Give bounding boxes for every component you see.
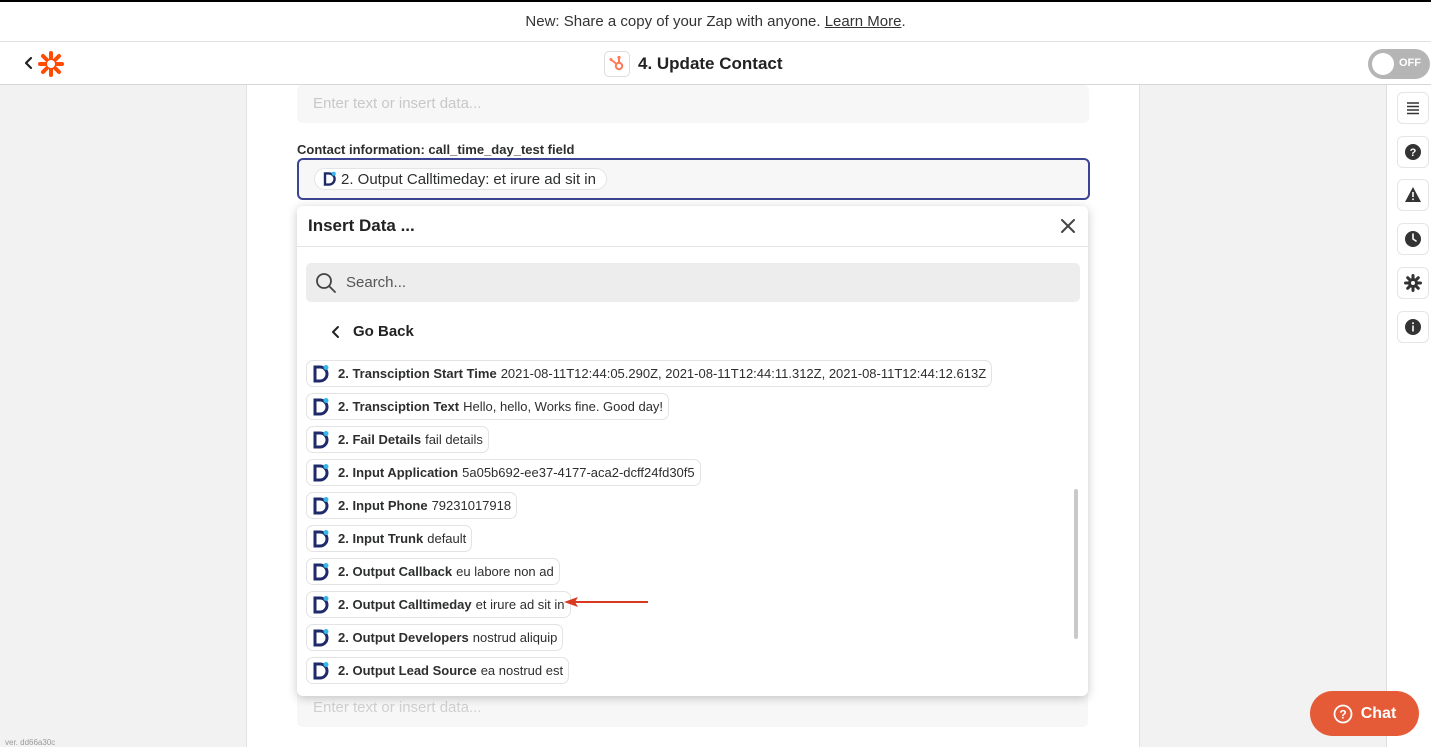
data-field-item[interactable]: 2. Output Developers nostrud aliquip [306, 624, 564, 651]
svg-text:?: ? [1410, 147, 1417, 159]
zap-on-off-toggle[interactable]: OFF [1368, 49, 1430, 79]
chat-label: Chat [1360, 704, 1397, 722]
data-source-icon [313, 661, 329, 679]
help-icon: ? [1405, 144, 1421, 160]
list-icon [1407, 102, 1419, 115]
step-title: 4. Update Contact [638, 54, 783, 73]
data-field-item[interactable]: 2. Output Lead Source ea nostrud est [306, 657, 570, 684]
svg-text:?: ? [1339, 707, 1346, 721]
warning-icon [1405, 187, 1421, 202]
data-source-icon [313, 562, 329, 580]
data-field-name: 2. Transciption Text [338, 399, 460, 414]
pill-value: et irure ad sit in [493, 170, 596, 188]
list-scrollbar[interactable] [1074, 489, 1078, 639]
zapier-logo-icon[interactable] [38, 51, 64, 77]
data-source-icon [323, 171, 336, 186]
data-field-item[interactable]: 2. Fail Details fail details [306, 426, 489, 453]
data-source-icon [313, 496, 329, 514]
data-source-icon [313, 430, 329, 448]
search-box [306, 263, 1080, 302]
close-icon[interactable] [1058, 216, 1078, 236]
data-field-name: 2. Fail Details [338, 432, 422, 447]
clock-icon [1405, 231, 1421, 247]
announcement-bar: New: Share a copy of your Zap with anyon… [0, 0, 1431, 42]
data-field-name: 2. Output Callback [338, 564, 453, 579]
data-field-item[interactable]: 2. Input Application 5a05b692-ee37-4177-a… [306, 459, 701, 486]
toggle-label: OFF [1399, 57, 1421, 69]
call-time-day-field-input[interactable]: 2. Output Calltimeday: et irure ad sit i… [297, 158, 1090, 200]
previous-field-input[interactable]: Enter text or insert data... [297, 85, 1089, 123]
data-field-value: et irure ad sit in [475, 597, 565, 612]
dropdown-header: Insert Data ... [297, 206, 1088, 247]
back-arrow-icon[interactable] [18, 52, 40, 74]
data-source-icon [313, 595, 329, 613]
chat-button[interactable]: ? Chat [1310, 691, 1419, 736]
search-icon [316, 273, 336, 293]
sidebar-history-button[interactable] [1397, 223, 1429, 255]
hubspot-icon [604, 51, 630, 77]
data-field-item[interactable]: 2. Input Phone 79231017918 [306, 492, 518, 519]
announcement-text: New: Share a copy of your Zap with anyon… [525, 13, 825, 30]
data-field-value: ea nostrud est [480, 663, 564, 678]
help-chat-icon: ? [1333, 704, 1353, 723]
sidebar-outline-button[interactable] [1397, 92, 1429, 124]
data-source-icon [313, 463, 329, 481]
data-field-name: 2. Input Application [338, 465, 459, 480]
data-source-icon [313, 529, 329, 547]
data-field-value: default [427, 531, 467, 546]
annotation-arrow [564, 597, 648, 607]
mapped-data-pill[interactable]: 2. Output Calltimeday: et irure ad sit i… [314, 168, 607, 190]
toggle-knob [1372, 53, 1394, 75]
data-field-value: fail details [425, 432, 483, 447]
learn-more-link[interactable]: Learn More [825, 13, 902, 30]
step-title-group: 4. Update Contact [604, 50, 783, 78]
sidebar-alerts-button[interactable] [1397, 179, 1429, 211]
info-icon [1405, 319, 1421, 335]
chevron-left-icon [332, 325, 339, 338]
right-sidebar: ? [1386, 85, 1431, 747]
go-back-button[interactable]: Go Back [331, 323, 414, 340]
data-field-list: 2. Transciption Start Time 2021-08-11T12:… [306, 360, 1066, 696]
data-source-icon [313, 397, 329, 415]
sidebar-help-button[interactable]: ? [1397, 136, 1429, 168]
go-back-label: Go Back [353, 323, 414, 340]
data-field-name: 2. Output Developers [338, 630, 469, 645]
data-field-item[interactable]: 2. Output Callback eu labore non ad [306, 558, 560, 585]
data-field-name: 2. Output Calltimeday [338, 597, 472, 612]
data-field-item[interactable]: 2. Transciption Text Hello, hello, Works … [306, 393, 670, 420]
dropdown-title: Insert Data ... [308, 216, 415, 235]
data-field-name: 2. Input Trunk [338, 531, 424, 546]
data-field-name: 2. Transciption Start Time [338, 366, 497, 381]
data-field-value: nostrud aliquip [472, 630, 558, 645]
data-field-value: 2021-08-11T12:44:05.290Z, 2021-08-11T12:… [500, 366, 987, 381]
gear-icon [1404, 274, 1422, 292]
data-field-item[interactable]: 2. Transciption Start Time 2021-08-11T12:… [306, 360, 993, 387]
data-field-item[interactable]: 2. Input Trunk default [306, 525, 473, 552]
version-label: ver. dd66a30c [5, 738, 56, 747]
sidebar-settings-button[interactable] [1397, 267, 1429, 299]
data-source-icon [313, 364, 329, 382]
data-field-value: eu labore non ad [456, 564, 554, 579]
announcement-suffix: . [901, 13, 906, 30]
data-field-value: 79231017918 [431, 498, 512, 513]
field-label: Contact information: call_time_day_test … [297, 142, 575, 157]
insert-data-dropdown: Insert Data ... Go Back 2. Transciption … [297, 206, 1088, 696]
data-field-value: 5a05b692-ee37-4177-aca2-dcff24fd30f5 [462, 465, 695, 480]
data-field-name: 2. Output Lead Source [338, 663, 477, 678]
sidebar-info-button[interactable] [1397, 311, 1429, 343]
data-field-name: 2. Input Phone [338, 498, 428, 513]
search-input[interactable] [346, 263, 1066, 302]
data-field-item[interactable]: 2. Output Calltimeday et irure ad sit in [306, 591, 571, 618]
data-field-value: Hello, hello, Works fine. Good day! [463, 399, 664, 414]
data-source-icon [313, 628, 329, 646]
editor-header: 4. Update Contact OFF [0, 42, 1431, 85]
pill-name: 2. Output Calltimeday: [341, 170, 490, 188]
